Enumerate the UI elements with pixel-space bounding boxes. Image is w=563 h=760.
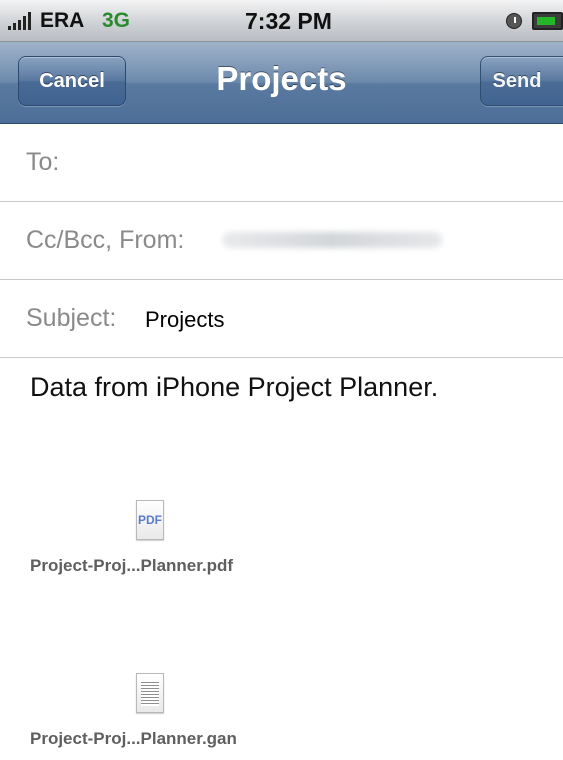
signal-strength-icon [8, 12, 31, 30]
status-time: 7:32 PM [245, 8, 332, 34]
to-field[interactable]: To: [0, 124, 563, 202]
message-body[interactable]: Data from iPhone Project Planner. [30, 372, 438, 403]
network-type: 3G [102, 9, 131, 32]
alarm-clock-icon [506, 13, 522, 29]
pdf-file-icon: PDF [136, 500, 164, 540]
attachment-pdf[interactable]: PDF Project-Proj...Planner.pdf [0, 500, 563, 590]
navigation-bar: Cancel Projects Send [0, 42, 563, 124]
send-button[interactable]: Send [480, 56, 563, 106]
document-lines [141, 680, 159, 706]
pdf-icon-label: PDF [138, 513, 162, 527]
subject-field[interactable]: Subject: Projects [0, 280, 563, 358]
battery-charging-icon [532, 12, 563, 30]
cc-bcc-from-field[interactable]: Cc/Bcc, From: [0, 202, 563, 280]
attachment-name: Project-Proj...Planner.gan [30, 729, 237, 748]
subject-label: Subject: [26, 304, 117, 332]
from-address-redacted [222, 232, 442, 248]
to-label: To: [26, 148, 60, 176]
attachment-gan[interactable]: Project-Proj...Planner.gan [0, 673, 563, 760]
attachment-name: Project-Proj...Planner.pdf [30, 556, 234, 575]
status-bar: ERA 3G 7:32 PM [0, 0, 563, 42]
page-title: Projects [216, 60, 347, 97]
subject-value: Projects [145, 307, 225, 332]
carrier-name: ERA [40, 9, 85, 32]
document-file-icon [136, 673, 164, 713]
cc-bcc-from-label: Cc/Bcc, From: [26, 226, 185, 254]
